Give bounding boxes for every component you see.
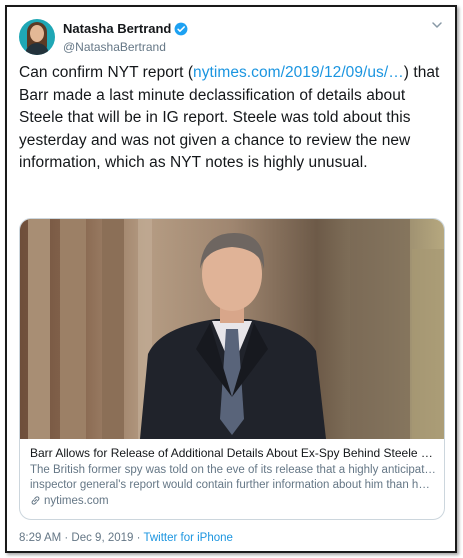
card-description-line2: inspector general's report would contain… [30, 479, 436, 491]
link-icon [31, 496, 40, 505]
card-description-line1: The British former spy was told on the e… [30, 464, 436, 476]
card-image [20, 219, 444, 439]
author-handle[interactable]: @NatashaBertrand [63, 40, 188, 54]
card-domain-text: nytimes.com [44, 495, 109, 507]
chevron-down-icon[interactable] [430, 19, 444, 31]
timestamp[interactable]: 8:29 AM · Dec 9, 2019 [19, 532, 133, 544]
tweet-link[interactable]: nytimes.com/2019/12/09/us/… [193, 64, 404, 81]
author-names: Natasha Bertrand @NatashaBertrand [63, 20, 188, 54]
tweet-meta: 8:29 AM · Dec 9, 2019 · Twitter for iPho… [19, 532, 233, 544]
tweet-header: Natasha Bertrand @NatashaBertrand [19, 19, 444, 59]
card-domain: nytimes.com [30, 494, 436, 509]
display-name[interactable]: Natasha Bertrand [63, 21, 171, 36]
card-description: The British former spy was told on the e… [30, 463, 436, 493]
avatar[interactable] [19, 19, 55, 55]
card-text: Barr Allows for Release of Additional De… [30, 445, 436, 509]
tweet-frame: Natasha Bertrand @NatashaBertrand Can co… [5, 5, 457, 553]
verified-badge-icon [174, 22, 188, 36]
tweet-text-before: Can confirm NYT report ( [19, 64, 194, 81]
card-title: Barr Allows for Release of Additional De… [30, 446, 436, 460]
card-photo [28, 219, 444, 439]
meta-separator: · [133, 532, 144, 544]
link-preview-card[interactable]: Barr Allows for Release of Additional De… [19, 218, 445, 520]
source-link[interactable]: Twitter for iPhone [143, 532, 232, 544]
tweet-text: Can confirm NYT report (nytimes.com/2019… [19, 62, 446, 175]
